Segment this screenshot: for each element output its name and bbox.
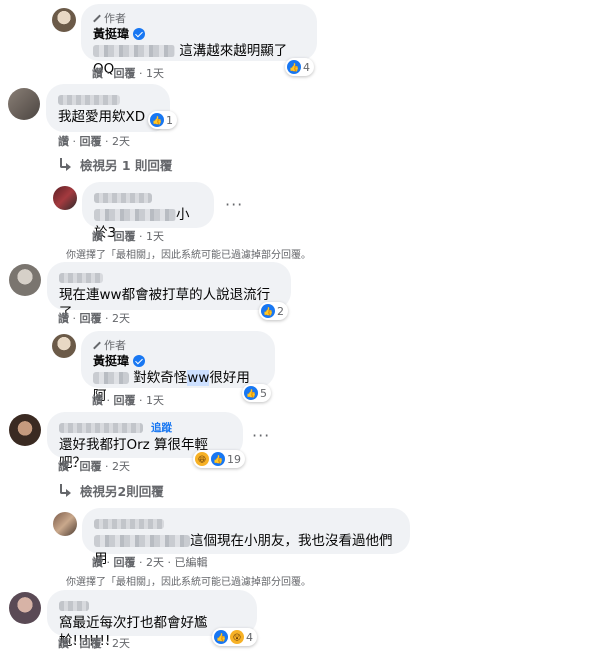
reply-arrow-icon	[58, 157, 72, 172]
like-reaction-icon: 👍	[211, 452, 225, 466]
reaction-count[interactable]: 😆 👍 19	[193, 450, 245, 468]
blurred-mention	[94, 535, 190, 547]
author-badge: 作者	[93, 339, 263, 353]
comment-actions: 讚 · 回覆 · 1天	[92, 67, 164, 80]
author-badge: 作者	[93, 12, 305, 26]
comment-text: 我超愛用欸XD	[58, 109, 146, 125]
verified-icon	[133, 355, 146, 367]
more-options-icon[interactable]: ···	[225, 195, 243, 214]
like-button[interactable]: 讚	[58, 312, 69, 325]
reaction-count[interactable]: 👍 2	[259, 302, 288, 320]
edited-label: 已編輯	[174, 556, 208, 569]
comment-actions: 讚 · 回覆 · 2天	[58, 460, 130, 473]
commenter-name[interactable]	[94, 519, 164, 529]
commenter-name[interactable]: 黃挺瑋	[93, 26, 129, 42]
like-button[interactable]: 讚	[58, 460, 69, 473]
comment-actions: 讚 · 回覆 · 2天	[58, 135, 130, 148]
like-button[interactable]: 讚	[92, 230, 103, 243]
blurred-mention	[93, 45, 175, 57]
avatar[interactable]	[53, 512, 77, 536]
timestamp[interactable]: 1天	[146, 67, 164, 80]
like-reaction-icon: 👍	[261, 304, 275, 318]
comment-bubble: 作者 黃挺瑋 這溝越來越明顯了QQ	[81, 4, 317, 77]
wow-reaction-icon: 😮	[230, 630, 244, 644]
view-more-replies[interactable]: 檢視另2則回覆	[58, 481, 164, 500]
comment-bubble: 現在連ww都會被打草的人說退流行了	[47, 262, 291, 321]
commenter-name[interactable]	[59, 601, 89, 611]
commenter-name[interactable]	[94, 193, 152, 203]
more-options-icon[interactable]: ···	[252, 426, 270, 445]
reply-button[interactable]: 回覆	[80, 312, 102, 325]
timestamp[interactable]: 1天	[146, 394, 164, 407]
timestamp[interactable]: 2天	[146, 556, 164, 569]
haha-reaction-icon: 😆	[195, 452, 209, 466]
like-button[interactable]: 讚	[92, 556, 103, 569]
timestamp[interactable]: 1天	[146, 230, 164, 243]
comment-bubble: 作者 黃挺瑋 對欸奇怪ww很好用阿	[81, 331, 275, 404]
avatar[interactable]	[52, 8, 76, 32]
blurred-mention	[93, 372, 129, 384]
filter-note: 你選擇了「最相關」，因此系統可能已過濾掉部分回覆。	[66, 577, 311, 588]
commenter-name[interactable]	[59, 273, 103, 283]
reply-button[interactable]: 回覆	[114, 67, 136, 80]
reply-button[interactable]: 回覆	[114, 556, 136, 569]
filter-note: 你選擇了「最相關」，因此系統可能已過濾掉部分回覆。	[66, 250, 311, 261]
like-button[interactable]: 讚	[58, 637, 69, 650]
reaction-count[interactable]: 👍 5	[242, 384, 271, 402]
commenter-name[interactable]	[59, 423, 143, 433]
reply-button[interactable]: 回覆	[80, 135, 102, 148]
like-reaction-icon: 👍	[214, 630, 228, 644]
reaction-count[interactable]: 👍 1	[148, 111, 177, 129]
like-button[interactable]: 讚	[58, 135, 69, 148]
reply-button[interactable]: 回覆	[80, 637, 102, 650]
reply-arrow-icon	[58, 483, 72, 498]
reply-button[interactable]: 回覆	[80, 460, 102, 473]
comment-actions: 讚 · 回覆 · 2天	[58, 637, 130, 650]
like-reaction-icon: 👍	[244, 386, 258, 400]
like-button[interactable]: 讚	[92, 67, 103, 80]
timestamp[interactable]: 2天	[112, 460, 130, 473]
comment-bubble: 這個現在小朋友，我也沒看過他們用	[82, 508, 410, 567]
comment-bubble: 小於3	[82, 182, 214, 241]
comment-actions: 讚 · 回覆 · 1天	[92, 394, 164, 407]
follow-button[interactable]: 追蹤	[151, 420, 172, 436]
reaction-count[interactable]: 👍 😮 4	[212, 628, 257, 646]
avatar[interactable]	[9, 592, 41, 624]
commenter-name[interactable]: 黃挺瑋	[93, 353, 129, 369]
reaction-count[interactable]: 👍 4	[285, 58, 314, 76]
avatar[interactable]	[53, 186, 77, 210]
verified-icon	[133, 28, 146, 40]
timestamp[interactable]: 2天	[112, 312, 130, 325]
like-button[interactable]: 讚	[92, 394, 103, 407]
avatar[interactable]	[9, 264, 41, 296]
avatar[interactable]	[52, 334, 76, 358]
view-more-replies[interactable]: 檢視另 1 則回覆	[58, 155, 172, 174]
timestamp[interactable]: 2天	[112, 135, 130, 148]
comment-text: 對欸奇怪	[133, 370, 188, 386]
comment-actions: 讚 · 回覆 · 2天 · 已編輯	[92, 556, 208, 569]
pencil-icon	[93, 342, 101, 350]
avatar[interactable]	[9, 414, 41, 446]
comment-actions: 讚 · 回覆 · 2天	[58, 312, 130, 325]
reply-button[interactable]: 回覆	[114, 394, 136, 407]
comment-actions: 讚 · 回覆 · 1天	[92, 230, 164, 243]
like-reaction-icon: 👍	[150, 113, 164, 127]
like-reaction-icon: 👍	[287, 60, 301, 74]
pencil-icon	[93, 15, 101, 23]
timestamp[interactable]: 2天	[112, 637, 130, 650]
avatar[interactable]	[8, 88, 40, 120]
reply-button[interactable]: 回覆	[114, 230, 136, 243]
highlighted-text: ww	[187, 370, 210, 386]
blurred-mention	[94, 209, 176, 221]
commenter-name[interactable]	[58, 95, 120, 105]
